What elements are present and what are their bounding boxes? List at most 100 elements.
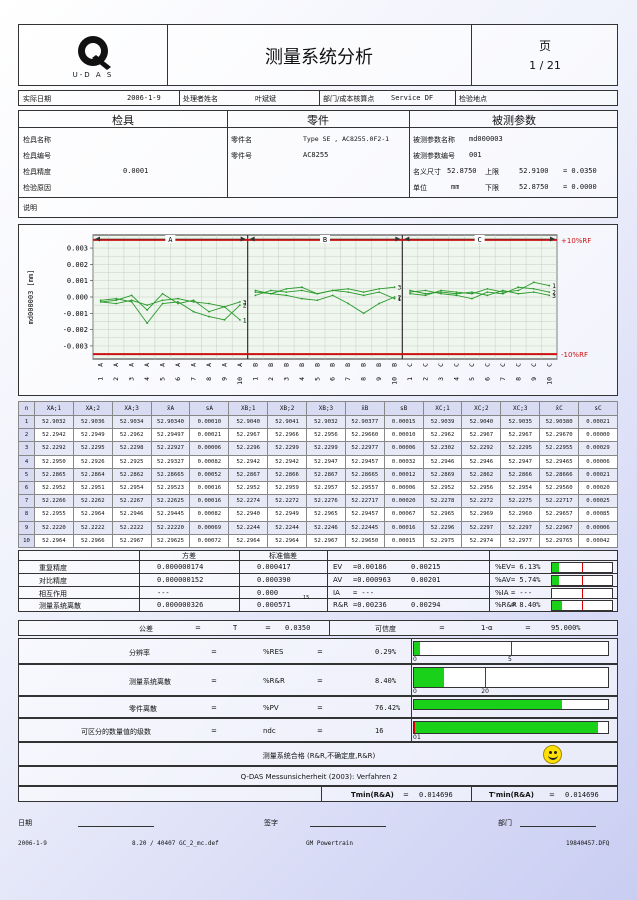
table-cell: 52.2966	[72, 533, 113, 548]
x-tick-letter: A	[159, 363, 167, 367]
data-point	[146, 309, 149, 311]
table-cell: 52.2966	[267, 428, 308, 443]
table-row: 1 52.9032 52.9036 52.9034 52.90340 0.00010 52.…	[18, 414, 618, 430]
table-cell: 52.2962	[111, 428, 152, 443]
result-indicator-limit	[511, 642, 512, 655]
table-cell: 52.2865	[34, 467, 74, 482]
table-header-cell: XC;3	[500, 401, 541, 416]
table-cell: 52.2952	[34, 480, 74, 496]
table-cell: 52.22717	[344, 494, 385, 509]
table-cell: 52.2967	[228, 428, 269, 443]
table-header-cell: XB;3	[306, 401, 346, 416]
data-point	[130, 299, 133, 302]
x-tick-number: 5	[313, 377, 321, 381]
table-header-cell: XC;1	[422, 401, 463, 416]
table-cell: 52.29657	[539, 507, 580, 522]
row-number: 7	[18, 494, 35, 509]
table-cell: 52.28665	[344, 467, 385, 482]
result-eq2: =	[317, 648, 323, 656]
result-label: 分辨率	[129, 649, 150, 657]
x-tick-number: 1	[406, 377, 414, 381]
table-cell: 52.2925	[111, 454, 152, 469]
data-point	[471, 292, 473, 295]
x-tick-number: 10	[236, 377, 244, 385]
confidence-label: 可信度	[375, 625, 396, 633]
table-cell: 52.2940	[228, 507, 269, 522]
result-tick-limit: 1	[417, 734, 421, 741]
result-indicator-bar	[413, 699, 609, 710]
table-cell: 52.2276	[306, 494, 346, 509]
table-cell: 52.9041	[267, 414, 308, 430]
x-tick-number: 4	[452, 377, 460, 381]
table-cell: 52.9039	[422, 414, 463, 430]
data-point	[99, 300, 102, 303]
data-point	[486, 291, 489, 294]
data-point	[455, 292, 458, 295]
data-point	[347, 287, 350, 290]
percent-value: = 5.74%	[511, 576, 541, 584]
table-cell: 0.00082	[189, 454, 230, 469]
tmin-ma2-value: 0.014696	[565, 791, 599, 799]
data-point	[300, 286, 303, 289]
table-cell: 0.00006	[578, 520, 618, 535]
verdict-row: 测量系统合格 (R&R,不确定度,R&R)	[18, 742, 618, 766]
table-cell: 52.2246	[306, 520, 346, 535]
table-row: 4 52.2950 52.2926 52.2925 52.29327 0.00082 52.…	[18, 454, 618, 469]
table-cell: 52.2946	[461, 454, 502, 469]
table-cell: 52.2866	[500, 467, 541, 482]
table-cell: 52.29327	[150, 454, 191, 469]
data-point	[269, 289, 272, 292]
data-point	[362, 312, 365, 315]
table-cell: 52.2951	[72, 480, 113, 496]
result-indicator-fill	[414, 722, 599, 733]
table-cell: 52.2292	[461, 441, 502, 456]
variance-row-label: 对比精度	[39, 577, 67, 585]
table-cell: 52.2926	[72, 454, 113, 469]
table-cell: 52.90380	[539, 414, 580, 430]
table-cell: 52.9040	[228, 414, 269, 430]
tmin-ma-value: 0.014696	[419, 791, 453, 799]
data-point	[331, 294, 334, 297]
variance-indicator-limit	[582, 563, 583, 572]
result-indicator-bar	[413, 721, 609, 734]
y-tick-label: 0.002	[67, 261, 88, 269]
table-cell: 52.28665	[150, 467, 191, 482]
table-cell: 52.2967	[111, 533, 152, 548]
table-cell: 52.22717	[539, 494, 580, 509]
nominal-label: 名义尺寸	[413, 168, 441, 176]
variance-row-label: 相互作用	[39, 590, 67, 598]
data-point	[532, 281, 535, 284]
table-cell: 52.2956	[306, 428, 346, 443]
lsl-label: 下限	[485, 184, 499, 192]
percent-value: = 8.40%	[511, 601, 541, 609]
x-tick-number: 7	[499, 377, 507, 381]
data-point	[517, 286, 520, 289]
nominal-value: 52.8750	[447, 167, 477, 175]
table-cell: 0.00015	[383, 414, 424, 430]
table-cell: 52.9032	[306, 414, 346, 430]
data-point	[254, 291, 257, 294]
result-tick-limit: 5	[508, 656, 512, 663]
tmin-ma2-label: T'min(R&A)	[489, 791, 534, 799]
data-point	[285, 287, 288, 290]
result-indicator-fill	[414, 642, 420, 655]
data-point	[409, 291, 411, 294]
result-indicator-bar	[413, 641, 609, 656]
footer-date-line	[78, 826, 154, 827]
x-tick-number: 5	[468, 377, 476, 381]
char-number-value: 001	[469, 151, 482, 159]
result-indicator-fill	[414, 700, 563, 709]
x-tick-letter: C	[545, 363, 553, 367]
variance-indicator-fill	[552, 576, 559, 585]
table-cell: 52.2947	[500, 454, 541, 469]
run-chart: +10%RF -10%RF A B C 0.003 0.002 0.001 0.000 -0.00…	[27, 234, 591, 385]
upper-limit-label: +10%RF	[561, 237, 591, 245]
table-cell: 0.00042	[578, 533, 618, 548]
table-cell: 52.90340	[150, 414, 191, 430]
result-symbol: ndc	[263, 727, 276, 735]
result-indicator-fill	[414, 668, 444, 687]
data-point	[192, 310, 195, 313]
measurement-table: n XA;1 XA;2 XA;3 x̄A sA XB;1 XB;2 XB;3 x̄B sB XC;1 X…	[18, 401, 618, 548]
x-tick-number: 2	[267, 377, 275, 381]
table-cell: 52.2244	[228, 520, 269, 535]
